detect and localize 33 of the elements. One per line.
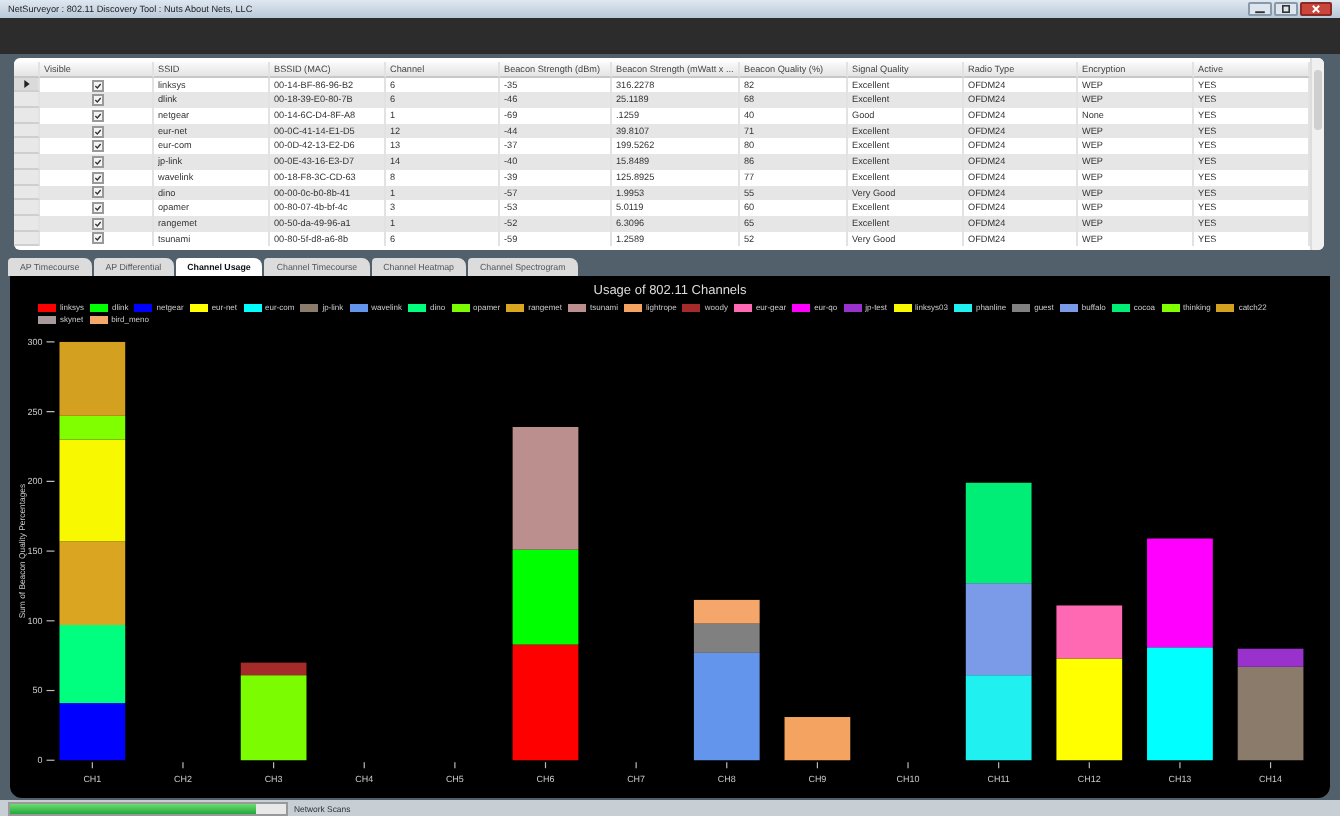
x-tick: [1179, 761, 1181, 769]
checkbox[interactable]: [92, 140, 104, 153]
row-header-corner: [14, 62, 40, 78]
close-icon: [1308, 4, 1324, 14]
checkbox[interactable]: [92, 155, 104, 168]
x-tick: [998, 761, 1000, 769]
scroll-bar[interactable]: [1310, 58, 1324, 250]
checkbox[interactable]: [92, 217, 104, 230]
checkbox[interactable]: [92, 232, 104, 245]
checkbox[interactable]: [92, 171, 104, 184]
x-tick: [91, 761, 93, 769]
maximize-icon: [1278, 4, 1294, 14]
x-tick: [816, 761, 818, 769]
x-tick: [363, 761, 365, 769]
current-row-icon: [23, 80, 29, 89]
x-tick: [1088, 761, 1090, 769]
checkbox[interactable]: [92, 94, 104, 107]
maximize-button[interactable]: [1274, 2, 1298, 16]
checkbox[interactable]: [92, 202, 104, 215]
x-tick: [1269, 761, 1272, 769]
x-tick: [726, 761, 728, 769]
close-button[interactable]: [1300, 2, 1332, 16]
x-tick: [454, 761, 456, 769]
checkbox[interactable]: [92, 125, 104, 138]
checkbox[interactable]: [92, 186, 104, 199]
x-tick: [907, 761, 909, 769]
x-tick: [273, 761, 275, 769]
x-tick: [544, 761, 547, 769]
x-tick: [635, 761, 637, 769]
checkbox[interactable]: [92, 109, 104, 122]
minimize-button[interactable]: [1248, 2, 1272, 16]
checkbox[interactable]: [92, 79, 104, 92]
x-tick: [182, 761, 184, 769]
